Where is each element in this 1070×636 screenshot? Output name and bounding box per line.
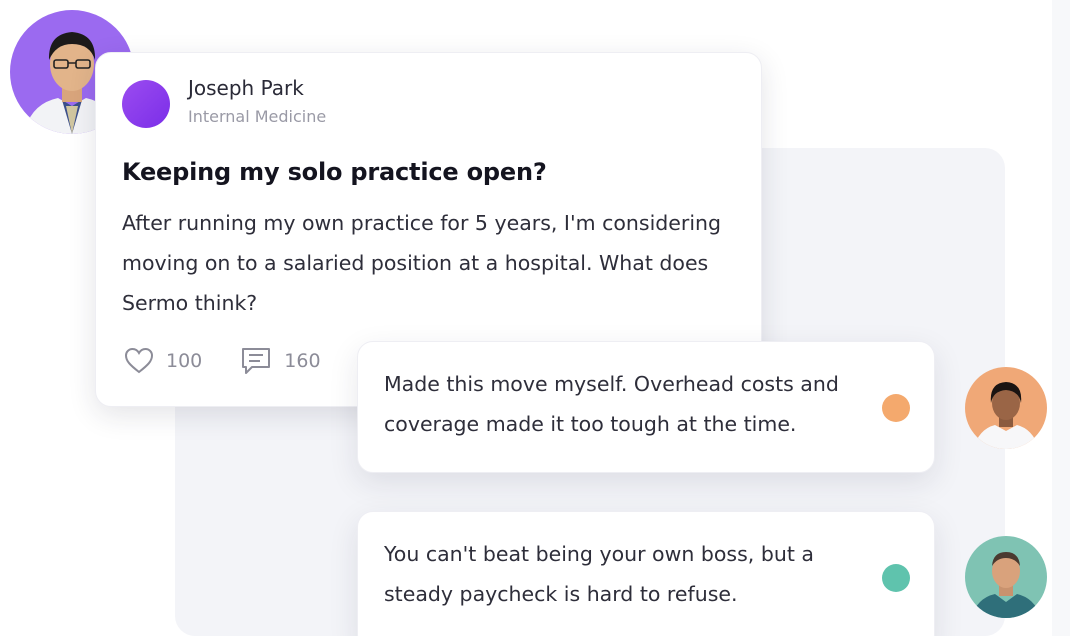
comment-count: 160 xyxy=(284,350,321,372)
reply-text: You can't beat being your own boss, but … xyxy=(384,542,814,606)
author-name[interactable]: Joseph Park xyxy=(188,76,304,100)
post-stats: 100 160 xyxy=(124,346,321,376)
post-title[interactable]: Keeping my solo practice open? xyxy=(122,158,547,186)
reply-card[interactable]: You can't beat being your own boss, but … xyxy=(357,511,935,636)
reply-avatar[interactable] xyxy=(965,367,1047,449)
reply-avatar[interactable] xyxy=(965,536,1047,618)
reply-text: Made this move myself. Overhead costs an… xyxy=(384,372,839,436)
reply-card[interactable]: Made this move myself. Overhead costs an… xyxy=(357,341,935,473)
reply-color-dot xyxy=(882,394,910,422)
comment-lines-icon xyxy=(240,346,272,376)
like-count: 100 xyxy=(166,350,203,372)
heart-outline-icon xyxy=(124,347,154,375)
post-body: After running my own practice for 5 year… xyxy=(122,211,722,315)
page-edge-strip xyxy=(1052,0,1070,636)
author-specialty: Internal Medicine xyxy=(188,107,327,126)
comment-button[interactable]: 160 xyxy=(240,346,321,376)
like-button[interactable]: 100 xyxy=(124,347,202,375)
reply-color-dot xyxy=(882,564,910,592)
author-color-dot xyxy=(122,80,170,128)
